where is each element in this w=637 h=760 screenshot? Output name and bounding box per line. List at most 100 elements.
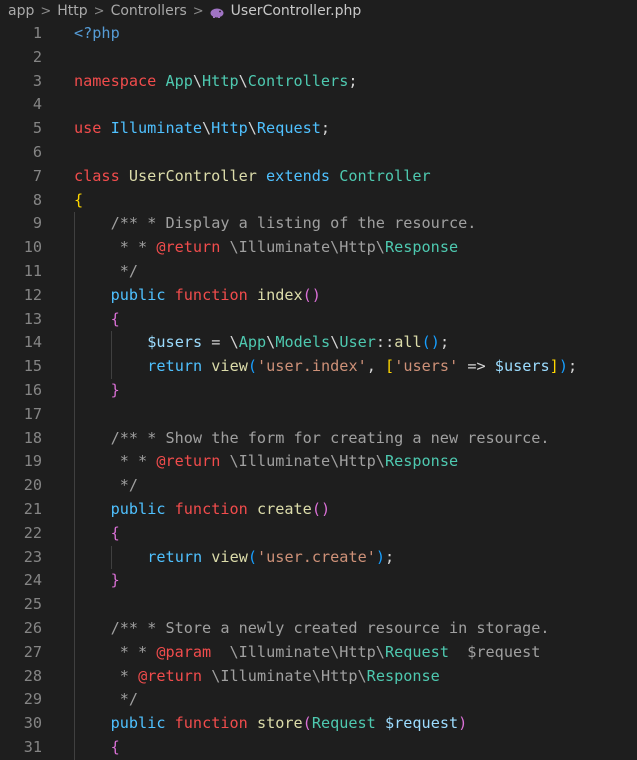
code-text: } bbox=[111, 379, 120, 403]
code-line[interactable]: 15 return view('user.index', ['users' => … bbox=[0, 355, 637, 379]
code-text: * @return \Illuminate\Http\Response bbox=[111, 665, 440, 689]
breadcrumb-item-app[interactable]: app bbox=[8, 3, 34, 19]
code-editor[interactable]: 1 <?php 2 3 namespace App\Http\Controllers; 4… bbox=[0, 22, 637, 760]
code-token: $request bbox=[375, 714, 459, 733]
code-token: App bbox=[165, 71, 193, 90]
code-token: App bbox=[238, 333, 267, 352]
code-line[interactable]: 22 { bbox=[0, 521, 637, 546]
code-text: * * @param \Illuminate\Http\Request $req… bbox=[111, 641, 541, 665]
code-line[interactable]: 10 * * @return \Illuminate\Http\Response bbox=[0, 236, 637, 260]
code-line[interactable]: 11 */ bbox=[0, 259, 637, 284]
code-token: () bbox=[421, 333, 440, 352]
code-token: @return bbox=[156, 452, 221, 471]
code-line[interactable]: 24} bbox=[0, 569, 637, 594]
line-number: 25 bbox=[23, 595, 42, 614]
code-line[interactable]: 17 bbox=[0, 402, 637, 427]
code-line[interactable]: 6 bbox=[0, 141, 637, 165]
code-line[interactable]: 16} bbox=[0, 378, 637, 403]
indent-guide bbox=[74, 402, 75, 427]
code-line[interactable]: 9 /** * Display a listing of the resource… bbox=[0, 212, 637, 237]
code-line[interactable]: 7 class UserController extends Controller bbox=[0, 165, 637, 189]
code-line[interactable]: 14 $users = \App\Models\User::all(); bbox=[0, 331, 637, 356]
code-line[interactable]: 29 */ bbox=[0, 688, 637, 713]
code-token: return bbox=[147, 357, 212, 376]
indent-guide bbox=[74, 545, 75, 570]
code-text: { bbox=[111, 522, 120, 546]
code-text: * * @return \Illuminate\Http\Response bbox=[111, 236, 458, 260]
indent-guide bbox=[74, 712, 75, 736]
code-line[interactable]: 25 bbox=[0, 593, 637, 617]
code-token: { bbox=[110, 737, 120, 756]
code-line[interactable]: 12 public function index() bbox=[0, 283, 637, 308]
line-number: 14 bbox=[23, 333, 42, 352]
code-token: { bbox=[74, 190, 84, 209]
code-token: ; bbox=[439, 333, 450, 352]
code-token: use bbox=[74, 119, 111, 138]
breadcrumb-item-http[interactable]: Http bbox=[57, 3, 87, 19]
code-token: public bbox=[110, 285, 175, 304]
line-number: 22 bbox=[23, 523, 42, 542]
line-number: 3 bbox=[32, 71, 42, 90]
line-number: 17 bbox=[23, 404, 42, 423]
code-line[interactable]: 18 /** * Show the form for creating a new… bbox=[0, 426, 637, 451]
code-token: Request bbox=[384, 642, 449, 661]
code-line[interactable]: 27 * * @param \Illuminate\Http\Request $… bbox=[0, 640, 637, 665]
code-line[interactable]: 5 use Illuminate\Http\Request; bbox=[0, 117, 637, 141]
line-number: 15 bbox=[23, 357, 42, 376]
code-token: ; bbox=[385, 547, 395, 566]
code-token: function bbox=[174, 714, 257, 733]
code-text: return view('user.create'); bbox=[147, 546, 394, 570]
code-line[interactable]: 3 namespace App\Http\Controllers; bbox=[0, 70, 637, 94]
code-line[interactable]: 2 bbox=[0, 46, 637, 70]
code-token: Controller bbox=[339, 166, 431, 185]
code-token: create bbox=[256, 499, 312, 518]
code-token: function bbox=[174, 285, 257, 304]
breadcrumb-current-file[interactable]: UserController.php bbox=[231, 3, 362, 19]
code-line[interactable]: 8{ bbox=[0, 189, 637, 213]
indent-guide bbox=[74, 331, 75, 356]
code-token: 'user.create' bbox=[257, 547, 376, 566]
indent-guide bbox=[74, 593, 75, 617]
code-line[interactable]: 26 /** * Store a newly created resource i… bbox=[0, 616, 637, 641]
code-token: view bbox=[211, 357, 248, 376]
line-number: 5 bbox=[32, 119, 42, 138]
code-line[interactable]: 30 public function store(Request $request… bbox=[0, 712, 637, 736]
code-token: @return bbox=[138, 666, 203, 685]
breadcrumb-item-controllers[interactable]: Controllers bbox=[111, 3, 187, 19]
chevron-right-icon: > bbox=[40, 3, 52, 19]
indent-guide bbox=[74, 664, 75, 689]
code-token: Http bbox=[202, 71, 239, 90]
indent-guide bbox=[74, 426, 75, 451]
code-token: function bbox=[174, 499, 257, 518]
code-token: Models bbox=[275, 333, 331, 352]
code-token: UserController bbox=[128, 166, 257, 185]
line-number: 8 bbox=[32, 190, 42, 209]
code-token: \ bbox=[247, 119, 257, 138]
code-line[interactable]: 28 * @return \Illuminate\Http\Response bbox=[0, 664, 637, 689]
code-line[interactable]: 1 <?php bbox=[0, 22, 637, 46]
code-line[interactable]: 19 * * @return \Illuminate\Http\Response bbox=[0, 450, 637, 475]
line-number: 29 bbox=[23, 690, 42, 709]
indent-guide bbox=[74, 640, 75, 665]
code-token: :: bbox=[375, 333, 395, 352]
code-token: Request bbox=[311, 714, 376, 733]
line-number: 26 bbox=[23, 618, 42, 637]
code-text: */ bbox=[111, 260, 138, 284]
code-line[interactable]: 13 { bbox=[0, 307, 637, 332]
code-line[interactable]: 20 */ bbox=[0, 474, 637, 498]
line-number: 6 bbox=[32, 142, 42, 161]
code-line[interactable]: 23 return view('user.create'); bbox=[0, 545, 637, 570]
code-token: \ bbox=[192, 71, 203, 90]
line-number: 16 bbox=[23, 380, 42, 399]
code-text: public function create() bbox=[111, 498, 330, 522]
code-token: ) bbox=[558, 357, 568, 376]
indent-guide bbox=[74, 521, 75, 546]
indent-guide bbox=[74, 355, 75, 379]
code-line[interactable]: 4 bbox=[0, 93, 637, 117]
line-number: 11 bbox=[23, 261, 42, 280]
code-token: () bbox=[311, 499, 331, 518]
indent-guide bbox=[74, 212, 75, 237]
code-token: extends bbox=[256, 166, 340, 185]
code-line[interactable]: 31 { bbox=[0, 735, 637, 760]
code-line[interactable]: 21 public function create() bbox=[0, 497, 637, 522]
